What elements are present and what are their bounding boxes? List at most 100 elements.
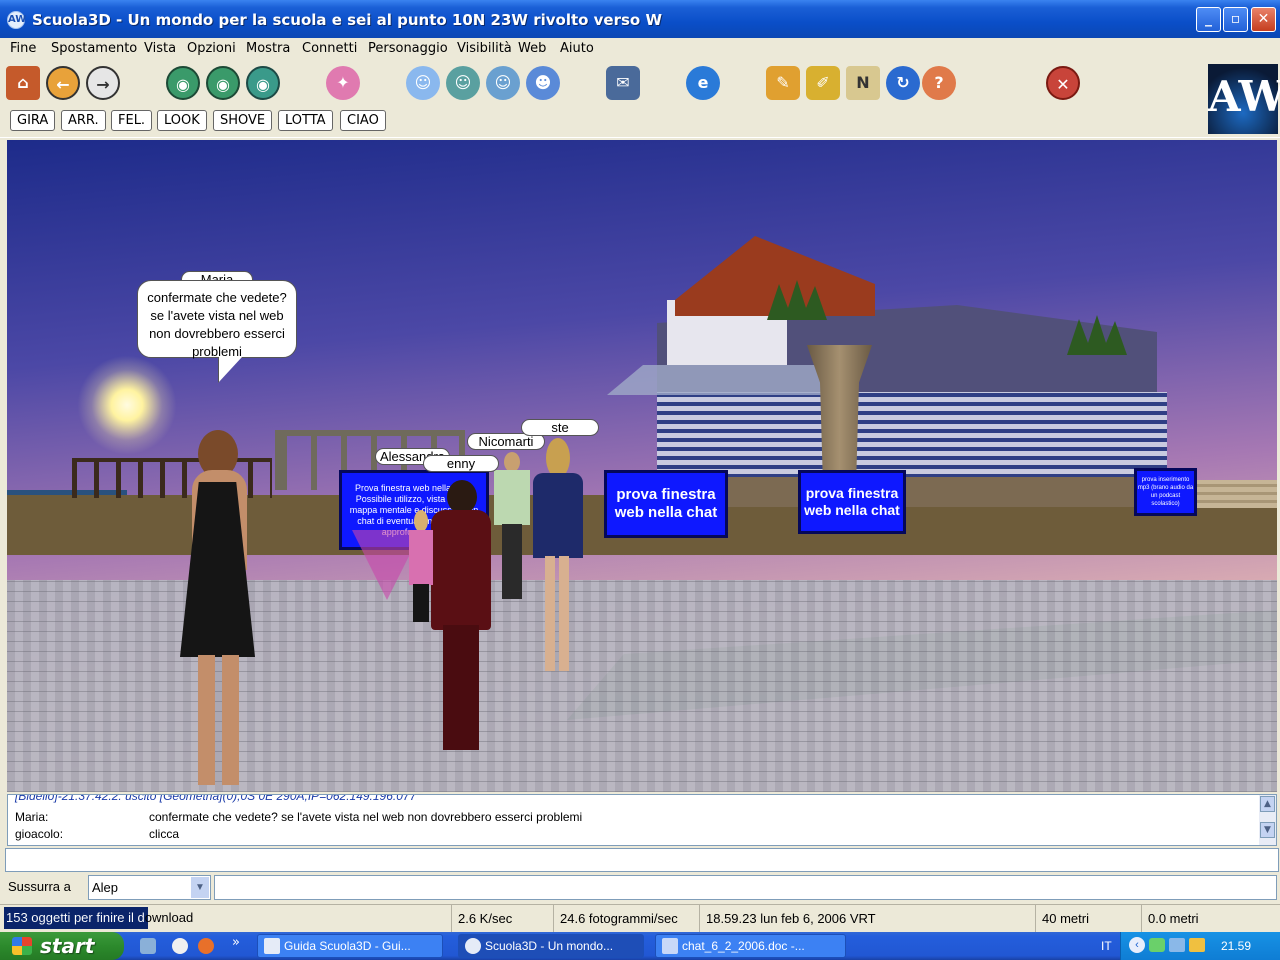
chat-scrollbar[interactable]: ▲ ▼ <box>1259 795 1276 845</box>
menu-personaggio[interactable]: Personaggio <box>368 41 448 56</box>
3d-viewport[interactable]: Prova finestra web nella chat. Possibile… <box>7 140 1277 792</box>
contacts-icon[interactable]: ☺ <box>486 66 520 100</box>
language-indicator[interactable]: IT <box>1101 939 1112 953</box>
menu-opzioni[interactable]: Opzioni <box>187 41 236 56</box>
avatar-leg <box>545 556 555 671</box>
stop-icon[interactable]: ✕ <box>1046 66 1080 100</box>
gesture-lotta-button[interactable]: LOTTA <box>278 110 333 131</box>
home-icon[interactable]: ⌂ <box>6 66 40 100</box>
avatar-ste[interactable] <box>529 438 585 678</box>
whisper-input[interactable] <box>214 875 1277 900</box>
menu-fine[interactable]: Fine <box>10 41 36 56</box>
status-bar: 153 oggetti per finire il download 2.6 K… <box>0 904 1280 932</box>
building-facade <box>657 392 1167 487</box>
menu-connetti[interactable]: Connetti <box>302 41 357 56</box>
menu-spostamento[interactable]: Spostamento <box>51 41 137 56</box>
chat-log[interactable]: [Bidello]-21.37.42.2: uscito [Geometria]… <box>7 794 1277 846</box>
task-label: chat_6_2_2006.doc -... <box>682 939 805 953</box>
whisper-recipient-select[interactable]: Alep ▼ <box>88 875 211 900</box>
chat-line: gioacolo: clicca <box>15 827 179 841</box>
help-document-icon <box>264 938 280 954</box>
download-text: 153 oggetti per finire il download <box>6 905 193 931</box>
refresh-icon[interactable]: ↻ <box>886 66 920 100</box>
messenger-icon[interactable] <box>172 938 188 954</box>
monitor-icon[interactable] <box>1169 938 1185 952</box>
avatar-leg <box>198 655 215 785</box>
view-first-person-icon[interactable]: ◉ <box>166 66 200 100</box>
menu-web[interactable]: Web <box>518 41 546 56</box>
plant <box>1067 315 1127 355</box>
menu-aiuto[interactable]: Aiuto <box>560 41 594 56</box>
tray-expand-icon[interactable]: ‹ <box>1129 937 1145 953</box>
speech-bubble: confermate che vedete? se l'avete vista … <box>137 280 297 359</box>
maximize-button[interactable]: ▫ <box>1223 7 1248 32</box>
menu-visibilita[interactable]: Visibilità <box>457 41 512 56</box>
activeworlds-icon <box>465 938 481 954</box>
media-player-icon[interactable] <box>198 938 214 954</box>
help-icon[interactable]: ? <box>922 66 956 100</box>
avatar-maria[interactable] <box>170 430 265 790</box>
task-chat-doc[interactable]: chat_6_2_2006.doc -... <box>655 934 846 958</box>
web-screen-text: prova finestra web nella chat <box>614 486 718 521</box>
user-icon[interactable]: ☺ <box>446 66 480 100</box>
avatar-leg <box>222 655 239 785</box>
view-front-icon[interactable]: ◉ <box>246 66 280 100</box>
quicklaunch-chevron[interactable]: » <box>232 935 240 950</box>
speech-line: se l'avete vista nel web <box>150 308 284 323</box>
web-screen-text: prova inserimento mp3 (brano audio da un… <box>1137 477 1194 507</box>
tool-icon[interactable]: ✎ <box>766 66 800 100</box>
scroll-up-icon[interactable]: ▲ <box>1260 796 1275 812</box>
edit-icon[interactable]: ✐ <box>806 66 840 100</box>
note-icon[interactable]: N <box>846 66 880 100</box>
gesture-ciao-button[interactable]: CIAO <box>340 110 386 131</box>
chat-line: Maria: confermate che vedete? se l'avete … <box>15 810 582 824</box>
show-desktop-icon[interactable] <box>140 938 156 954</box>
back-icon[interactable]: ← <box>46 66 80 100</box>
close-window-button[interactable]: ✕ <box>1251 7 1276 32</box>
gesture-shove-button[interactable]: SHOVE <box>213 110 273 131</box>
taskbar: start » Guida Scuola3D - Gui... Scuola3D… <box>0 932 1280 960</box>
task-scuola3d[interactable]: Scuola3D - Un mondo... <box>458 934 644 958</box>
gesture-fel-button[interactable]: FEL. <box>111 110 153 131</box>
chat-message: confermate che vedete? se l'avete vista … <box>149 810 583 824</box>
scroll-down-icon[interactable]: ▼ <box>1260 822 1275 838</box>
windows-logo-icon <box>12 937 32 955</box>
avatar-enny[interactable] <box>425 480 495 755</box>
gesture-gira-button[interactable]: GIRA <box>10 110 56 131</box>
web-screen-chat-2[interactable]: prova finestra web nella chat <box>798 470 906 534</box>
web-screen-chat-1[interactable]: prova finestra web nella chat <box>604 470 728 538</box>
task-guida-scuola3d[interactable]: Guida Scuola3D - Gui... <box>257 934 443 958</box>
avatar-nicomarti[interactable] <box>492 452 532 602</box>
chat-author: Maria: <box>15 810 49 824</box>
chevron-down-icon[interactable]: ▼ <box>191 877 209 898</box>
date-time: 18.59.23 lun feb 6, 2006 VRT <box>700 905 1036 932</box>
volume-icon[interactable] <box>1189 938 1205 952</box>
menu-mostra[interactable]: Mostra <box>246 41 290 56</box>
web-screen-mp3[interactable]: prova inserimento mp3 (brano audio da un… <box>1134 468 1197 516</box>
app-icon[interactable]: AW <box>7 11 26 29</box>
task-label: Guida Scuola3D - Gui... <box>284 939 411 953</box>
transfer-rate: 2.6 K/sec <box>452 905 554 932</box>
start-button[interactable]: start <box>0 932 124 960</box>
menu-vista[interactable]: Vista <box>144 41 176 56</box>
avatar-jacket <box>533 473 583 558</box>
title-bar[interactable]: AW Scuola3D - Un mondo per la scuola e s… <box>0 0 1280 38</box>
speech-line: non dovrebbero esserci <box>149 326 285 341</box>
avatar-alessandra[interactable] <box>407 510 435 625</box>
network-icon[interactable] <box>1149 938 1165 952</box>
gesture-look-button[interactable]: LOOK <box>157 110 207 131</box>
teleport-icon[interactable]: ✦ <box>326 66 360 100</box>
browser-icon[interactable]: e <box>686 66 720 100</box>
avatar-head <box>447 480 477 514</box>
forward-icon[interactable]: → <box>86 66 120 100</box>
view-behind-icon[interactable]: ◉ <box>206 66 240 100</box>
telegram-icon[interactable]: ✉ <box>606 66 640 100</box>
avatar-icon[interactable]: ☺ <box>406 66 440 100</box>
group-icon[interactable]: ☻ <box>526 66 560 100</box>
minimize-button[interactable]: _ <box>1196 7 1221 32</box>
chat-input[interactable] <box>5 848 1279 872</box>
avatar-trousers <box>502 524 522 599</box>
frame-rate: 24.6 fotogrammi/sec <box>554 905 700 932</box>
gesture-arr-button[interactable]: ARR. <box>61 110 106 131</box>
word-document-icon <box>662 938 678 954</box>
